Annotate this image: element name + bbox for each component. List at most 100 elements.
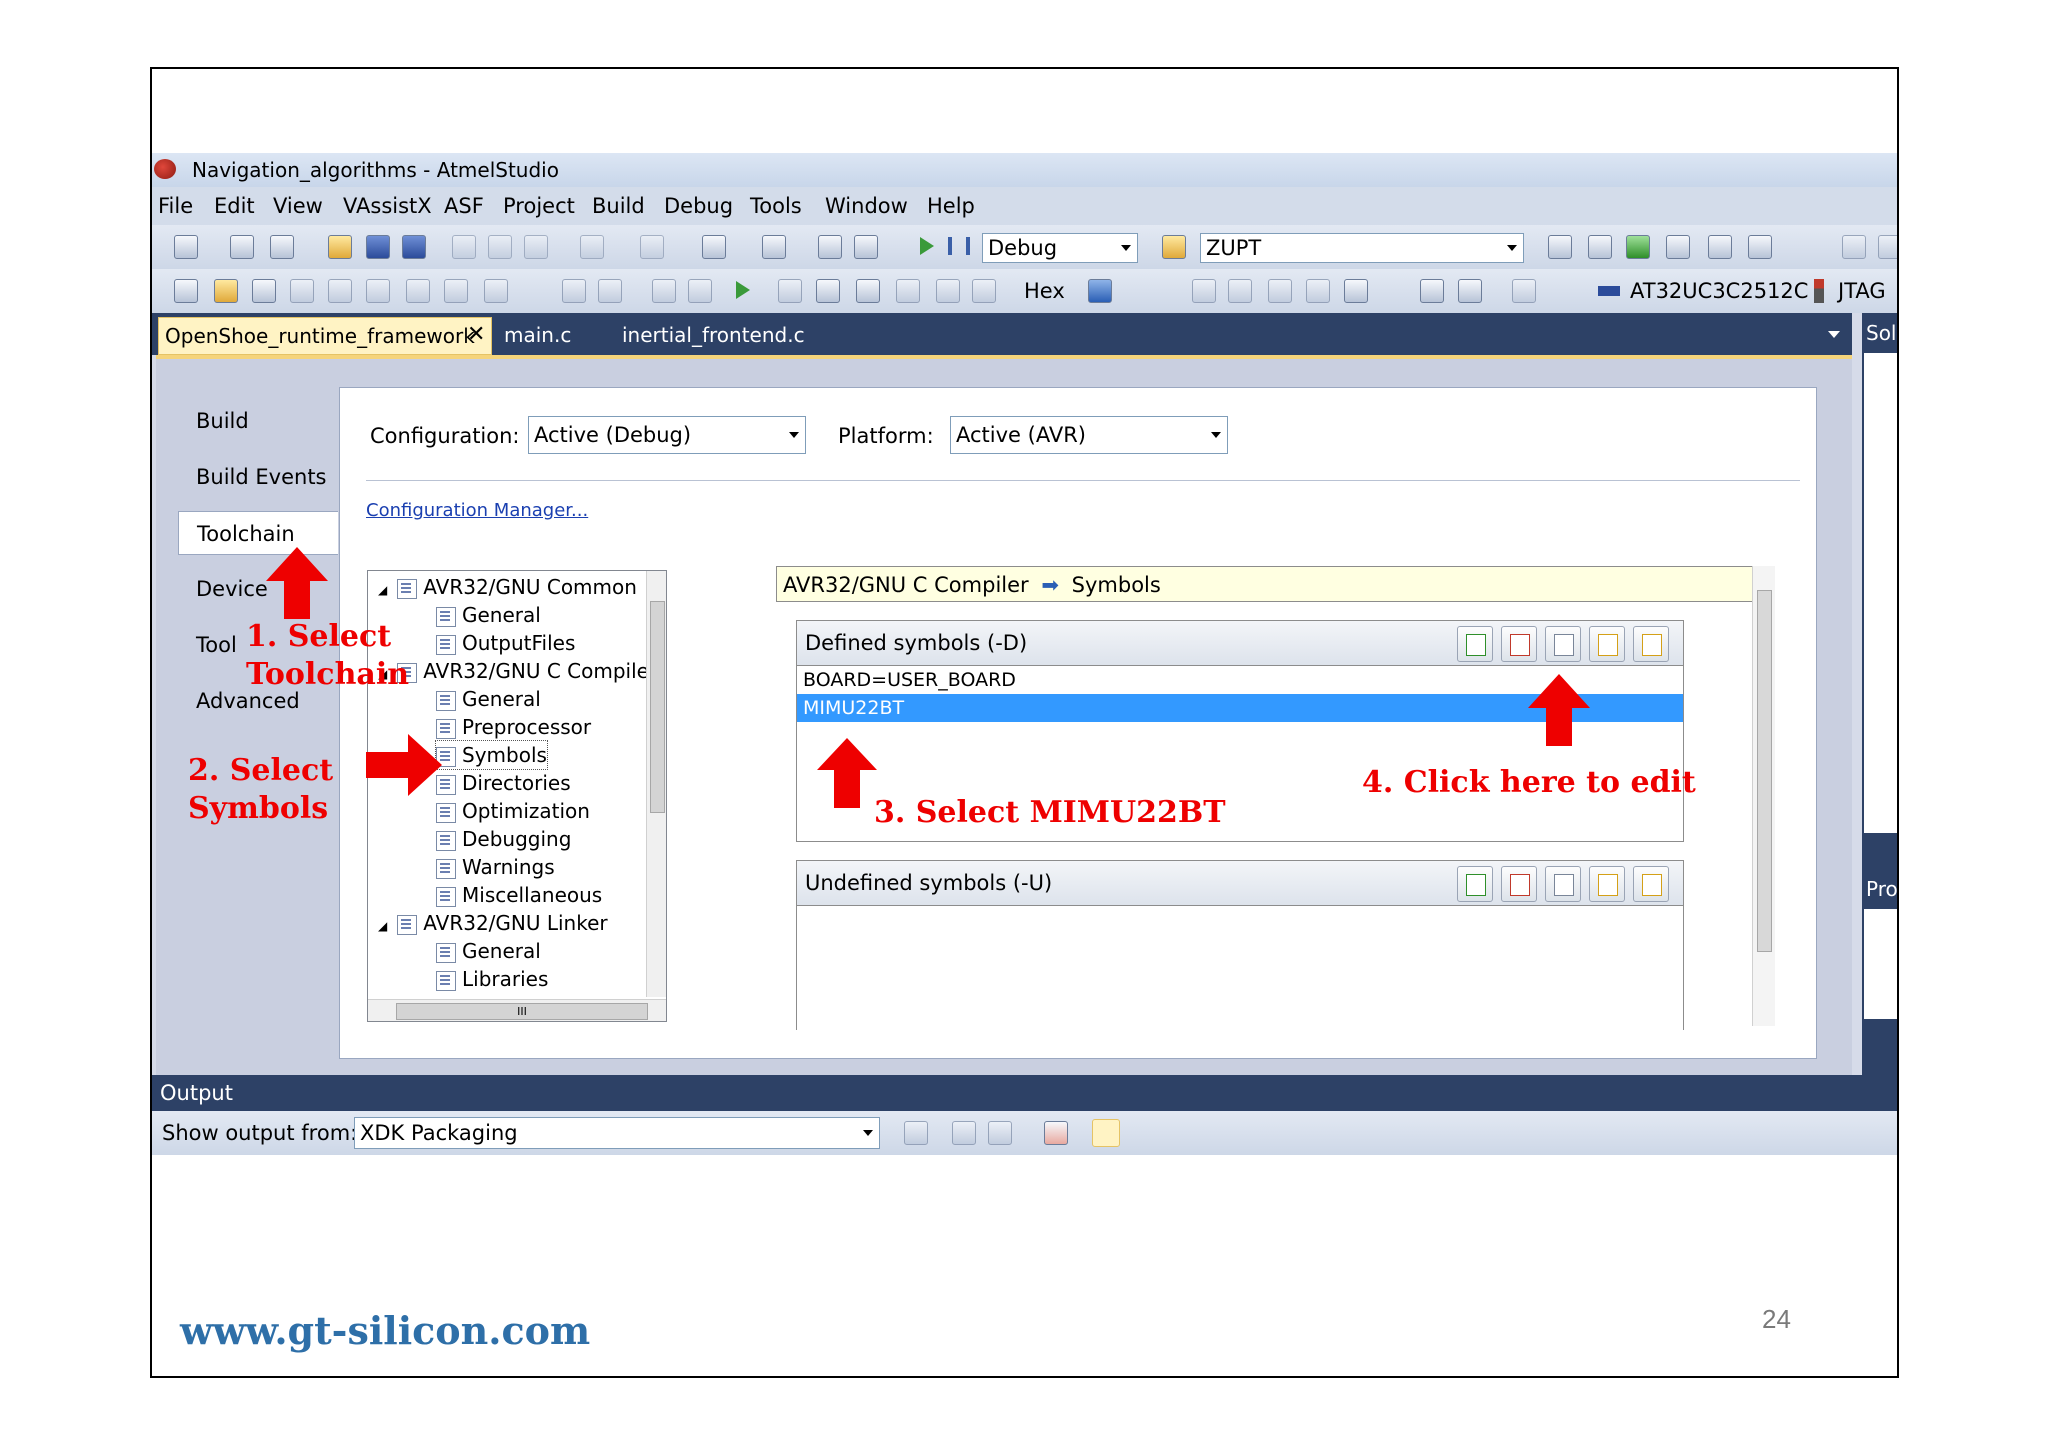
move-up-undef-button[interactable]	[1589, 866, 1625, 902]
tree-vertical-scrollbar[interactable]	[646, 571, 666, 997]
add-existing-icon[interactable]	[270, 235, 294, 259]
nav-build[interactable]: Build	[178, 399, 338, 443]
watch-icon[interactable]	[1192, 279, 1216, 303]
tree-item-optimization[interactable]: Optimization	[436, 797, 590, 825]
memory-icon[interactable]	[1228, 279, 1252, 303]
find-icon[interactable]	[762, 235, 786, 259]
start-page-icon[interactable]	[1666, 235, 1690, 259]
menu-debug[interactable]: Debug	[664, 194, 733, 218]
object-browser-icon[interactable]	[1588, 235, 1612, 259]
solution-config-dropdown[interactable]: Debug	[982, 233, 1138, 263]
redo-icon[interactable]	[640, 235, 664, 259]
tab-overflow-icon[interactable]	[1828, 331, 1840, 338]
pause-icon[interactable]	[688, 279, 712, 303]
menu-file[interactable]: File	[158, 194, 193, 218]
break-all-icon[interactable]	[562, 279, 586, 303]
tree-node-avr32-gnu-c-compiler[interactable]: ◢ AVR32/GNU C Compiler	[378, 657, 657, 685]
calendar-week-icon[interactable]	[1458, 279, 1482, 303]
clipboard-icon[interactable]	[484, 279, 508, 303]
move-down-undef-button[interactable]	[1633, 866, 1669, 902]
tools-icon[interactable]	[252, 279, 276, 303]
menu-project[interactable]: Project	[503, 194, 575, 218]
io-view-icon[interactable]	[1306, 279, 1330, 303]
tree-scroll-thumb[interactable]	[650, 601, 665, 813]
copy-icon[interactable]	[488, 235, 512, 259]
next-message-icon[interactable]	[988, 1121, 1012, 1145]
clear-all-icon[interactable]	[1044, 1121, 1068, 1145]
windows-menu-icon[interactable]	[1088, 279, 1112, 303]
panel-scroll-thumb[interactable]	[1757, 590, 1772, 952]
tool-label[interactable]: JTAG	[1838, 279, 1886, 303]
tree-item-miscellaneous[interactable]: Miscellaneous	[436, 881, 602, 909]
output-source-dropdown[interactable]: XDK Packaging	[354, 1117, 880, 1149]
toolbox-icon[interactable]	[1626, 235, 1650, 259]
save-icon[interactable]	[366, 235, 390, 259]
configuration-manager-link[interactable]: Configuration Manager...	[366, 500, 588, 521]
add-item-icon[interactable]	[230, 235, 254, 259]
run-to-cursor-icon[interactable]	[896, 279, 920, 303]
menu-vassistx[interactable]: VAssistX	[343, 194, 432, 218]
properties-icon[interactable]	[1548, 235, 1572, 259]
outdent-icon[interactable]	[1878, 235, 1897, 259]
save-all-icon[interactable]	[402, 235, 426, 259]
tree-item-debugging[interactable]: Debugging	[436, 825, 571, 853]
panel-vertical-scrollbar[interactable]	[1752, 566, 1775, 1026]
delete-undef-button[interactable]	[1501, 866, 1537, 902]
next-bookmark-icon[interactable]	[328, 279, 352, 303]
menu-edit[interactable]: Edit	[214, 194, 255, 218]
toggle-comment-icon[interactable]	[406, 279, 430, 303]
disassembly-icon[interactable]	[972, 279, 996, 303]
erase-icon[interactable]	[1512, 279, 1536, 303]
delete-symbol-button[interactable]	[1501, 626, 1537, 662]
move-down-button[interactable]	[1633, 626, 1669, 662]
tree-hscroll-thumb[interactable]: III	[396, 1003, 648, 1020]
extension-icon[interactable]	[1708, 235, 1732, 259]
show-next-statement-icon[interactable]	[652, 279, 676, 303]
device-programming-icon[interactable]	[174, 279, 198, 303]
indent-icon[interactable]	[1842, 235, 1866, 259]
add-undef-button[interactable]	[1457, 866, 1493, 902]
word-wrap-icon[interactable]	[1092, 1119, 1120, 1147]
collapse-icon[interactable]: ◢	[378, 583, 387, 597]
device-label[interactable]: AT32UC3C2512C	[1630, 279, 1808, 303]
continue-icon[interactable]	[736, 281, 750, 299]
paste-icon[interactable]	[524, 235, 548, 259]
registers-icon[interactable]	[1268, 279, 1292, 303]
step-into-icon[interactable]	[778, 279, 802, 303]
processor-icon[interactable]	[1344, 279, 1368, 303]
menu-window[interactable]: Window	[825, 194, 908, 218]
prev-bookmark-icon[interactable]	[366, 279, 390, 303]
hex-toggle[interactable]: Hex	[1024, 279, 1065, 303]
tree-node-avr32-gnu-common[interactable]: ◢ AVR32/GNU Common	[378, 573, 637, 601]
command-window-icon[interactable]	[1748, 235, 1772, 259]
prev-message-icon[interactable]	[952, 1121, 976, 1145]
tree-item-common-general[interactable]: General	[436, 601, 541, 629]
nav-build-events[interactable]: Build Events	[178, 455, 338, 499]
cut-icon[interactable]	[452, 235, 476, 259]
tree-item-compiler-general[interactable]: General	[436, 685, 541, 713]
tree-item-directories[interactable]: Directories	[436, 769, 571, 797]
tree-item-preprocessor[interactable]: Preprocessor	[436, 713, 591, 741]
open-file-icon[interactable]	[214, 279, 238, 303]
solution-explorer-tab[interactable]: Sol	[1866, 321, 1897, 345]
find-combo[interactable]: ZUPT	[1200, 233, 1524, 263]
open-folder-icon[interactable]	[328, 235, 352, 259]
tree-item-linker-general[interactable]: General	[436, 937, 541, 965]
tree-item-outputfiles[interactable]: OutputFiles	[436, 629, 575, 657]
start-debug-icon[interactable]	[920, 237, 934, 255]
tree-item-warnings[interactable]: Warnings	[436, 853, 555, 881]
add-symbol-button[interactable]	[1457, 626, 1493, 662]
navigate-icon[interactable]	[702, 235, 726, 259]
spell-icon[interactable]	[444, 279, 468, 303]
menu-help[interactable]: Help	[927, 194, 975, 218]
find-message-icon[interactable]	[904, 1121, 928, 1145]
bookmark-icon[interactable]	[290, 279, 314, 303]
tree-node-avr32-gnu-linker[interactable]: ◢ AVR32/GNU Linker	[378, 909, 608, 937]
reset-icon[interactable]	[936, 279, 960, 303]
tree-item-libraries[interactable]: Libraries	[436, 965, 548, 993]
step-over-icon[interactable]	[816, 279, 840, 303]
tree-horizontal-scrollbar[interactable]: III	[368, 999, 666, 1021]
tab-main-c[interactable]: main.c	[504, 323, 571, 347]
step-out-icon[interactable]	[856, 279, 880, 303]
new-project-icon[interactable]	[174, 235, 198, 259]
